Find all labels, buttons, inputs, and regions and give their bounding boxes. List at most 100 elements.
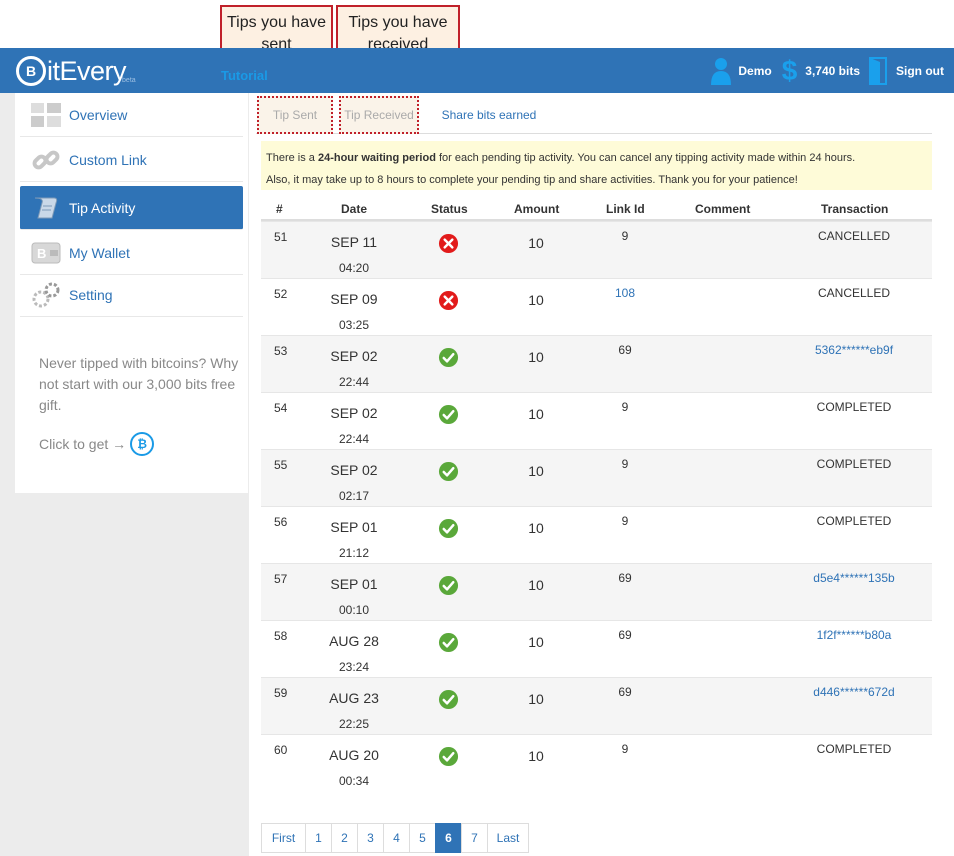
page-first-button[interactable]: First	[261, 823, 306, 853]
row-date: AUG 20	[329, 747, 379, 763]
signout-button[interactable]: Sign out	[868, 56, 944, 85]
page-3-button[interactable]: 3	[357, 823, 384, 853]
completed-check-icon	[438, 461, 459, 482]
sidebar-item-label: Setting	[69, 286, 113, 303]
balance-display[interactable]: $ 3,740 bits	[780, 55, 860, 87]
row-link-id: 9	[621, 514, 629, 528]
row-time: 22:44	[338, 375, 370, 389]
row-number: 51	[274, 230, 288, 244]
page-4-button[interactable]: 4	[383, 823, 410, 853]
completed-check-icon	[438, 632, 459, 653]
row-transaction: CANCELLED	[817, 229, 891, 243]
gift-icon[interactable]: ₿	[130, 432, 155, 456]
tab-bar: Tip Sent Tip Received Share bits earned	[256, 94, 932, 134]
sidebar-item-label: Tip Activity	[69, 199, 136, 216]
click-to-get-label: Click to get →	[39, 436, 127, 452]
tab-tip-received[interactable]: Tip Received	[339, 96, 419, 134]
completed-check-icon	[438, 404, 459, 425]
row-number: 57	[274, 572, 288, 586]
svg-text:B: B	[37, 246, 46, 261]
activity-table-body: 51 SEP 11 04:20 10 9 CANCELLED 52 SEP 09 03:25 10…	[261, 221, 932, 791]
col-header-transaction: Transaction	[821, 202, 889, 216]
col-header-num: #	[276, 202, 283, 216]
row-link-id: 9	[621, 742, 629, 756]
tutorial-link[interactable]: Tutorial	[221, 68, 268, 83]
row-time: 03:25	[338, 318, 370, 332]
row-transaction: COMPLETED	[816, 400, 892, 414]
top-header: B itEvery beta Tutorial Demo $ 3,740 bit…	[0, 48, 954, 93]
sidebar-item-label: My Wallet	[69, 244, 130, 261]
row-link-id[interactable]: 108	[601, 286, 649, 300]
sidebar-item-overview[interactable]: Overview	[20, 93, 243, 137]
waiting-period-notice: There is a 24-hour waiting period for ea…	[261, 141, 932, 190]
table-row: 58 AUG 28 23:24 10 69 1f2f******b80a	[261, 620, 932, 677]
row-amount: 10	[528, 235, 544, 251]
row-time: 22:44	[338, 432, 370, 446]
row-date: SEP 11	[330, 234, 378, 250]
row-amount: 10	[528, 292, 544, 308]
logo-mark: B	[16, 56, 46, 86]
table-row: 57 SEP 01 00:10 10 69 d5e4******135b	[261, 563, 932, 620]
sidebar-item-setting[interactable]: Setting	[20, 273, 243, 317]
row-time: 22:25	[338, 717, 370, 731]
row-transaction[interactable]: d5e4******135b	[786, 571, 922, 585]
page-5-button[interactable]: 5	[409, 823, 436, 853]
row-number: 59	[274, 686, 288, 700]
row-link-id: 69	[618, 628, 632, 642]
row-amount: 10	[528, 406, 544, 422]
table-row: 55 SEP 02 02:17 10 9 COMPLETED	[261, 449, 932, 506]
row-amount: 10	[528, 520, 544, 536]
signout-label: Sign out	[896, 63, 944, 78]
page-7-button[interactable]: 7	[461, 823, 488, 853]
page-last-button[interactable]: Last	[487, 823, 529, 853]
completed-check-icon	[438, 746, 459, 767]
page-1-button[interactable]: 1	[305, 823, 332, 853]
row-time: 23:24	[338, 660, 370, 674]
completed-check-icon	[438, 689, 459, 710]
grid-icon	[30, 101, 62, 129]
col-header-status: Status	[431, 202, 468, 216]
table-row: 60 AUG 20 00:34 10 9 COMPLETED	[261, 734, 932, 791]
click-to-get[interactable]: Click to get → ₿	[39, 432, 155, 456]
row-date: SEP 01	[330, 576, 378, 592]
row-transaction[interactable]: d446******672d	[786, 685, 922, 699]
row-amount: 10	[528, 634, 544, 650]
page-2-button[interactable]: 2	[331, 823, 358, 853]
col-header-amount: Amount	[514, 202, 560, 216]
notice-text: There is a	[266, 152, 318, 164]
row-time: 00:10	[338, 603, 370, 617]
row-time: 04:20	[338, 261, 370, 275]
row-date: SEP 02	[330, 462, 378, 478]
completed-check-icon	[438, 518, 459, 539]
row-amount: 10	[528, 691, 544, 707]
logo-beta: beta	[122, 76, 136, 84]
col-header-comment: Comment	[695, 202, 751, 216]
sidebar-item-custom-link[interactable]: Custom Link	[20, 138, 243, 182]
row-number: 55	[274, 458, 288, 472]
completed-check-icon	[438, 347, 459, 368]
tab-tip-sent[interactable]: Tip Sent	[257, 96, 333, 134]
row-link-id: 9	[621, 457, 629, 471]
page-6-button[interactable]: 6	[435, 823, 462, 853]
row-transaction[interactable]: 5362******eb9f	[786, 343, 922, 357]
row-date: SEP 01	[330, 519, 378, 535]
balance-value: 3,740 bits	[805, 63, 860, 78]
sidebar-item-tip-activity[interactable]: Tip Activity	[20, 186, 243, 230]
cancelled-icon	[438, 233, 459, 254]
row-link-id: 69	[618, 571, 632, 585]
row-link-id: 69	[618, 343, 632, 357]
tab-share-bits-earned[interactable]: Share bits earned	[434, 96, 544, 134]
sidebar-item-my-wallet[interactable]: B My Wallet	[20, 231, 243, 275]
row-number: 54	[274, 401, 288, 415]
row-date: SEP 02	[330, 348, 378, 364]
row-time: 02:17	[338, 489, 370, 503]
row-date: AUG 28	[329, 633, 379, 649]
promo-text: Never tipped with bitcoins? Why not star…	[39, 355, 239, 413]
row-number: 60	[274, 743, 288, 757]
user-menu[interactable]: Demo	[710, 56, 772, 86]
user-icon	[711, 57, 732, 85]
logo[interactable]: B itEvery beta	[16, 52, 136, 90]
table-header: # Date Status Amount Link Id Comment Tra…	[261, 196, 932, 221]
row-transaction[interactable]: 1f2f******b80a	[786, 628, 922, 642]
sidebar-item-label: Overview	[69, 106, 128, 123]
